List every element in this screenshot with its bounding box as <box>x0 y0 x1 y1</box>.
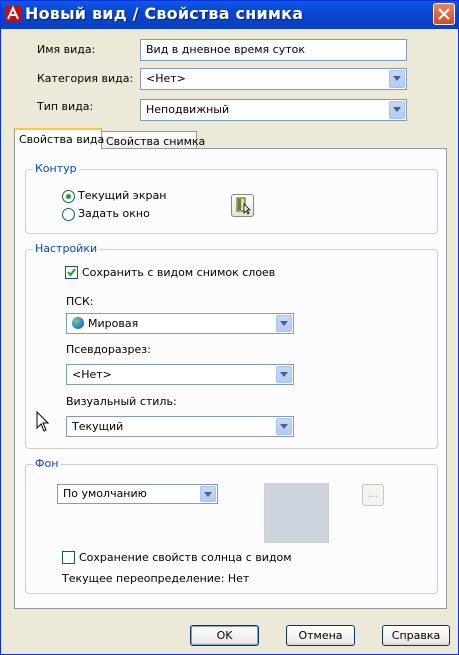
window-title: Новый вид / Свойства снимка <box>25 4 304 23</box>
visual-style-value: Текущий <box>72 420 124 433</box>
tab-snapshot-properties[interactable]: Свойства снимка <box>101 131 205 149</box>
mouse-cursor-icon <box>36 411 50 432</box>
radio-define-window-label[interactable]: Задать окно <box>78 207 150 220</box>
section-label: Псевдоразрез: <box>66 343 151 356</box>
view-name-input[interactable]: Вид в дневное время суток <box>140 39 407 61</box>
ok-button[interactable]: OK <box>190 625 259 646</box>
background-value: По умолчанию <box>63 487 147 500</box>
close-icon <box>438 8 450 20</box>
sun-properties-label[interactable]: Сохранение свойств солнца с видом <box>79 551 292 564</box>
chevron-down-icon[interactable] <box>389 70 405 88</box>
radio-current-screen[interactable] <box>62 190 75 203</box>
help-button[interactable]: Справка <box>382 625 450 646</box>
ucs-label: ПСК: <box>66 295 94 308</box>
chevron-down-icon[interactable] <box>276 418 292 435</box>
view-category-label: Категория вида: <box>37 72 134 85</box>
visual-style-select[interactable]: Текущий <box>66 416 294 437</box>
title-bar[interactable]: Новый вид / Свойства снимка <box>1 1 458 29</box>
save-layers-label[interactable]: Сохранить с видом снимок слоев <box>82 266 275 279</box>
boundary-legend: Контур <box>33 162 79 175</box>
background-preview <box>264 483 329 543</box>
view-type-label: Тип вида: <box>37 100 94 113</box>
window-pick-icon <box>236 197 251 215</box>
checkmark-icon <box>67 268 76 277</box>
background-select[interactable]: По умолчанию <box>57 484 218 504</box>
radio-define-window[interactable] <box>62 208 75 221</box>
ucs-select[interactable]: Мировая <box>66 313 294 334</box>
cancel-button[interactable]: Отмена <box>286 625 355 646</box>
view-category-value: <Нет> <box>146 72 186 85</box>
section-value: <Нет> <box>72 368 112 381</box>
override-text: Текущее переопределение: Нет <box>62 572 250 585</box>
tab-view-properties[interactable]: Свойства вида <box>14 128 104 149</box>
background-legend: Фон <box>33 457 61 470</box>
autocad-app-icon <box>5 5 21 22</box>
chevron-down-icon[interactable] <box>276 315 292 332</box>
chevron-down-icon[interactable] <box>200 486 216 502</box>
chevron-down-icon[interactable] <box>276 366 292 383</box>
section-select[interactable]: <Нет> <box>66 364 294 385</box>
save-layers-checkbox[interactable] <box>65 266 78 279</box>
define-window-button[interactable] <box>231 194 254 217</box>
dialog-window: Новый вид / Свойства снимка Имя вида: Ви… <box>0 0 459 655</box>
view-type-value: Неподвижный <box>146 103 230 116</box>
world-ucs-icon <box>72 317 84 329</box>
view-category-select[interactable]: <Нет> <box>140 68 407 90</box>
ucs-value: Мировая <box>88 317 139 330</box>
view-name-label: Имя вида: <box>37 43 96 56</box>
settings-legend: Настройки <box>33 242 100 255</box>
chevron-down-icon[interactable] <box>389 101 405 119</box>
close-button[interactable] <box>433 3 455 25</box>
radio-current-screen-label[interactable]: Текущий экран <box>78 189 166 202</box>
background-ellipsis-button[interactable]: ... <box>362 484 384 506</box>
visual-style-label: Визуальный стиль: <box>66 395 177 408</box>
sun-properties-checkbox[interactable] <box>62 551 75 564</box>
view-type-select[interactable]: Неподвижный <box>140 99 407 121</box>
